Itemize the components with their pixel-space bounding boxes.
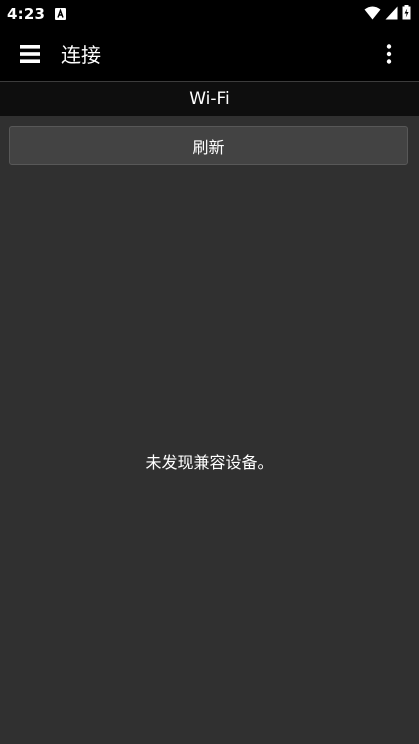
status-icons [364,4,411,24]
app-bar: 连接 [0,30,419,82]
status-time: 4:23 [7,5,46,23]
more-vert-icon [386,44,392,68]
hamburger-menu-icon [20,45,40,67]
empty-state-message: 未发现兼容设备。 [145,453,274,472]
section-header: Wi-Fi [0,82,419,116]
main-content: 刷新 未发现兼容设备。 [0,116,419,744]
refresh-button-label: 刷新 [192,137,225,157]
cell-signal-icon [385,5,398,24]
section-title: Wi-Fi [189,89,230,109]
overflow-menu-button[interactable] [369,37,409,75]
menu-button[interactable] [10,37,50,75]
page-title: 连接 [61,43,101,67]
wifi-icon [364,5,381,24]
status-bar: 4:23 [0,0,419,30]
battery-charging-icon [402,4,411,24]
refresh-button[interactable]: 刷新 [9,126,408,165]
app-notification-icon [55,8,66,20]
